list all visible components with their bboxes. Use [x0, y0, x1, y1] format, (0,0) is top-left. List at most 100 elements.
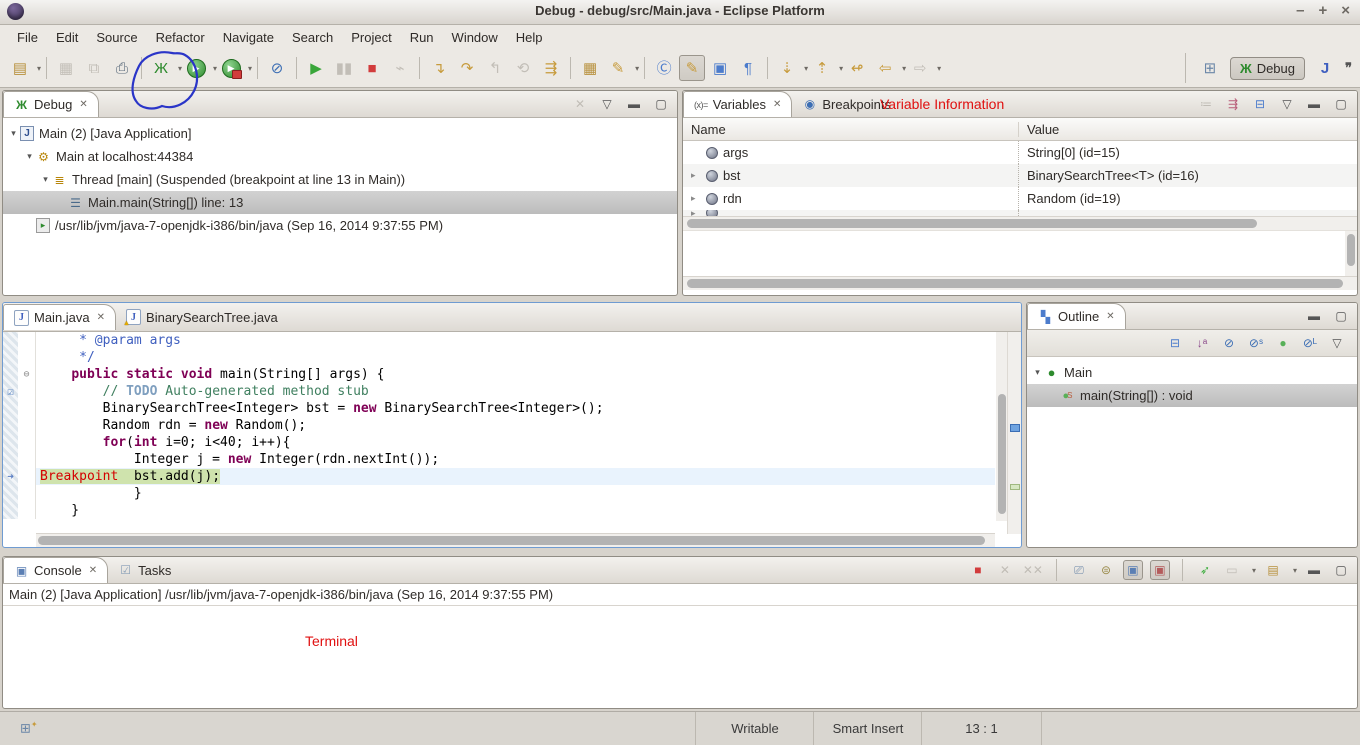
tree-item-main-string-voi[interactable]: ●Smain(String[]) : void — [1027, 384, 1357, 407]
code-line[interactable]: ☑ // TODO Auto-generated method stub — [3, 383, 995, 400]
show-on-stderr-button[interactable]: ▣ — [1150, 560, 1170, 580]
close-icon[interactable]: ✕ — [1106, 311, 1114, 322]
detail-hscrollbar[interactable] — [683, 276, 1357, 290]
tree-item-main-at-localhost-44[interactable]: ▾⚙Main at localhost:44384 — [3, 145, 677, 168]
minimize-button[interactable]: – — [1296, 2, 1304, 19]
task-marker-icon[interactable]: ☑ — [3, 383, 18, 400]
debug-dropdown-icon[interactable]: ▾ — [178, 64, 182, 73]
column-header-value[interactable]: Value — [1019, 122, 1357, 137]
external-tools-button[interactable]: ▶ — [218, 55, 244, 81]
code-line[interactable]: } — [3, 485, 995, 502]
column-header-name[interactable]: Name — [683, 122, 1019, 137]
expanded-arrow-icon[interactable]: ▾ — [7, 128, 20, 139]
view-menu-button[interactable]: ▽ — [597, 94, 617, 114]
step-into-button[interactable]: ↴ — [426, 55, 452, 81]
previous-annotation-button[interactable]: ⇡ — [809, 55, 835, 81]
tree-item--usr-lib-jvm-java-7-[interactable]: ▸/usr/lib/jvm/java-7-openjdk-i386/bin/ja… — [3, 214, 677, 237]
collapse-all-button[interactable]: ⊟ — [1250, 94, 1270, 114]
expanded-arrow-icon[interactable]: ▾ — [23, 151, 36, 162]
minimize-button[interactable]: ▬ — [1304, 94, 1324, 114]
hide-local-types-button[interactable]: ⊘ᴸ — [1300, 333, 1320, 353]
variable-row-bst[interactable]: ▸bstBinarySearchTree<T> (id=16) — [683, 164, 1357, 187]
menu-edit[interactable]: Edit — [47, 28, 87, 47]
tree-item-main[interactable]: ▾●Main — [1027, 361, 1357, 384]
highlight-button[interactable]: ✎ — [605, 55, 631, 81]
view-menu-button[interactable]: ▽ — [1277, 94, 1297, 114]
code-line[interactable]: for(int i=0; i<40; i++){ — [3, 434, 995, 451]
detail-vscrollbar[interactable] — [1345, 231, 1357, 276]
minimize-button[interactable]: ▬ — [1304, 560, 1324, 580]
menu-project[interactable]: Project — [342, 28, 400, 47]
hide-static-button[interactable]: ⊘ˢ — [1246, 333, 1266, 353]
menu-help[interactable]: Help — [507, 28, 552, 47]
expand-arrow-icon[interactable]: ▸ — [691, 170, 701, 181]
forward-dropdown-icon[interactable]: ▾ — [937, 64, 941, 73]
last-edit-location-button[interactable]: ↫ — [844, 55, 870, 81]
tab-debug[interactable]: Ж Debug ✕ — [3, 91, 99, 117]
maximize-button[interactable]: ▢ — [1331, 306, 1351, 326]
new-wizard-button[interactable]: ▤ — [7, 55, 33, 81]
overview-marker-occurrence[interactable] — [1010, 484, 1020, 490]
maximize-button[interactable]: ▢ — [651, 94, 671, 114]
code-line[interactable]: * @param args — [3, 332, 995, 349]
open-perspective-button[interactable]: ⊞ — [1197, 55, 1223, 81]
show-on-stdout-button[interactable]: ▣ — [1123, 560, 1143, 580]
open-task-button[interactable]: ▦ — [577, 55, 603, 81]
show-whitespace-button[interactable]: ¶ — [735, 55, 761, 81]
new-type-button[interactable]: Ⓒ — [651, 55, 677, 81]
view-menu-button[interactable]: ▽ — [1327, 333, 1347, 353]
previous-annotation-dropdown-icon[interactable]: ▾ — [839, 64, 843, 73]
tab-tasks[interactable]: ☑Tasks — [108, 558, 181, 583]
step-over-button[interactable]: ↷ — [454, 55, 480, 81]
variables-detail-pane[interactable] — [683, 230, 1357, 276]
back-dropdown-icon[interactable]: ▾ — [902, 64, 906, 73]
maximize-button[interactable]: ▢ — [1331, 94, 1351, 114]
debug-button[interactable]: Ж — [148, 55, 174, 81]
terminate-button[interactable]: ■ — [968, 560, 988, 580]
code-line[interactable]: */ — [3, 349, 995, 366]
debug-perspective-button[interactable]: Ж Debug — [1230, 57, 1305, 80]
sort-button[interactable]: ↓ᵃ — [1192, 333, 1212, 353]
use-step-filters-button[interactable]: ⇶ — [538, 55, 564, 81]
editor-hscrollbar[interactable] — [36, 533, 995, 547]
mark-occurrences-button[interactable]: ✎ — [679, 55, 705, 81]
show-source-button[interactable]: ▣ — [707, 55, 733, 81]
open-console-dropdown-icon[interactable]: ▾ — [1293, 566, 1297, 575]
java-perspective-button[interactable]: J — [1312, 55, 1338, 81]
maximize-button[interactable]: ▢ — [1331, 560, 1351, 580]
print-button[interactable]: ⎙ — [109, 55, 135, 81]
hide-fields-button[interactable]: ⊘ — [1219, 333, 1239, 353]
tab-main-java[interactable]: JMain.java✕ — [3, 304, 116, 330]
minimize-button[interactable]: ▬ — [624, 94, 644, 114]
expanded-arrow-icon[interactable]: ▾ — [1031, 367, 1044, 378]
code-line[interactable]: BinarySearchTree<Integer> bst = new Bina… — [3, 400, 995, 417]
minimize-button[interactable]: ▬ — [1304, 306, 1324, 326]
expanded-arrow-icon[interactable]: ▾ — [39, 174, 52, 185]
code-line[interactable]: Integer j = new Integer(rdn.nextInt()); — [3, 451, 995, 468]
tree-item-main-2-java-appli[interactable]: ▾JMain (2) [Java Application] — [3, 122, 677, 145]
menu-search[interactable]: Search — [283, 28, 342, 47]
menu-run[interactable]: Run — [401, 28, 443, 47]
code-line[interactable]: } — [3, 502, 995, 519]
skip-all-breakpoints-button[interactable]: ⊘ — [264, 55, 290, 81]
instruction-pointer-icon[interactable]: ➜ — [3, 468, 18, 485]
menu-file[interactable]: File — [8, 28, 47, 47]
console-output[interactable] — [3, 606, 1357, 682]
menu-navigate[interactable]: Navigate — [214, 28, 283, 47]
close-icon[interactable]: ✕ — [89, 565, 97, 576]
code-line[interactable]: ➜Breakpoint bst.add(j); — [3, 468, 995, 485]
close-icon[interactable]: ✕ — [79, 99, 87, 110]
next-annotation-dropdown-icon[interactable]: ▾ — [804, 64, 808, 73]
resume-button[interactable]: ▶ — [303, 55, 329, 81]
menu-source[interactable]: Source — [87, 28, 146, 47]
quick-view-icon[interactable]: ⊞✦ — [20, 720, 38, 736]
expand-arrow-icon[interactable]: ▸ — [691, 193, 701, 204]
display-selected-console-dropdown-icon[interactable]: ▾ — [1252, 566, 1256, 575]
tab-console[interactable]: ▣Console✕ — [3, 557, 108, 583]
menu-window[interactable]: Window — [443, 28, 507, 47]
terminate-button[interactable]: ■ — [359, 55, 385, 81]
code-line[interactable]: ⊖ public static void main(String[] args)… — [3, 366, 995, 383]
tab-binarysearchtree-java[interactable]: JBinarySearchTree.java — [116, 305, 288, 330]
clear-console-button[interactable]: ⎚ — [1069, 560, 1089, 580]
run-dropdown-icon[interactable]: ▾ — [213, 64, 217, 73]
